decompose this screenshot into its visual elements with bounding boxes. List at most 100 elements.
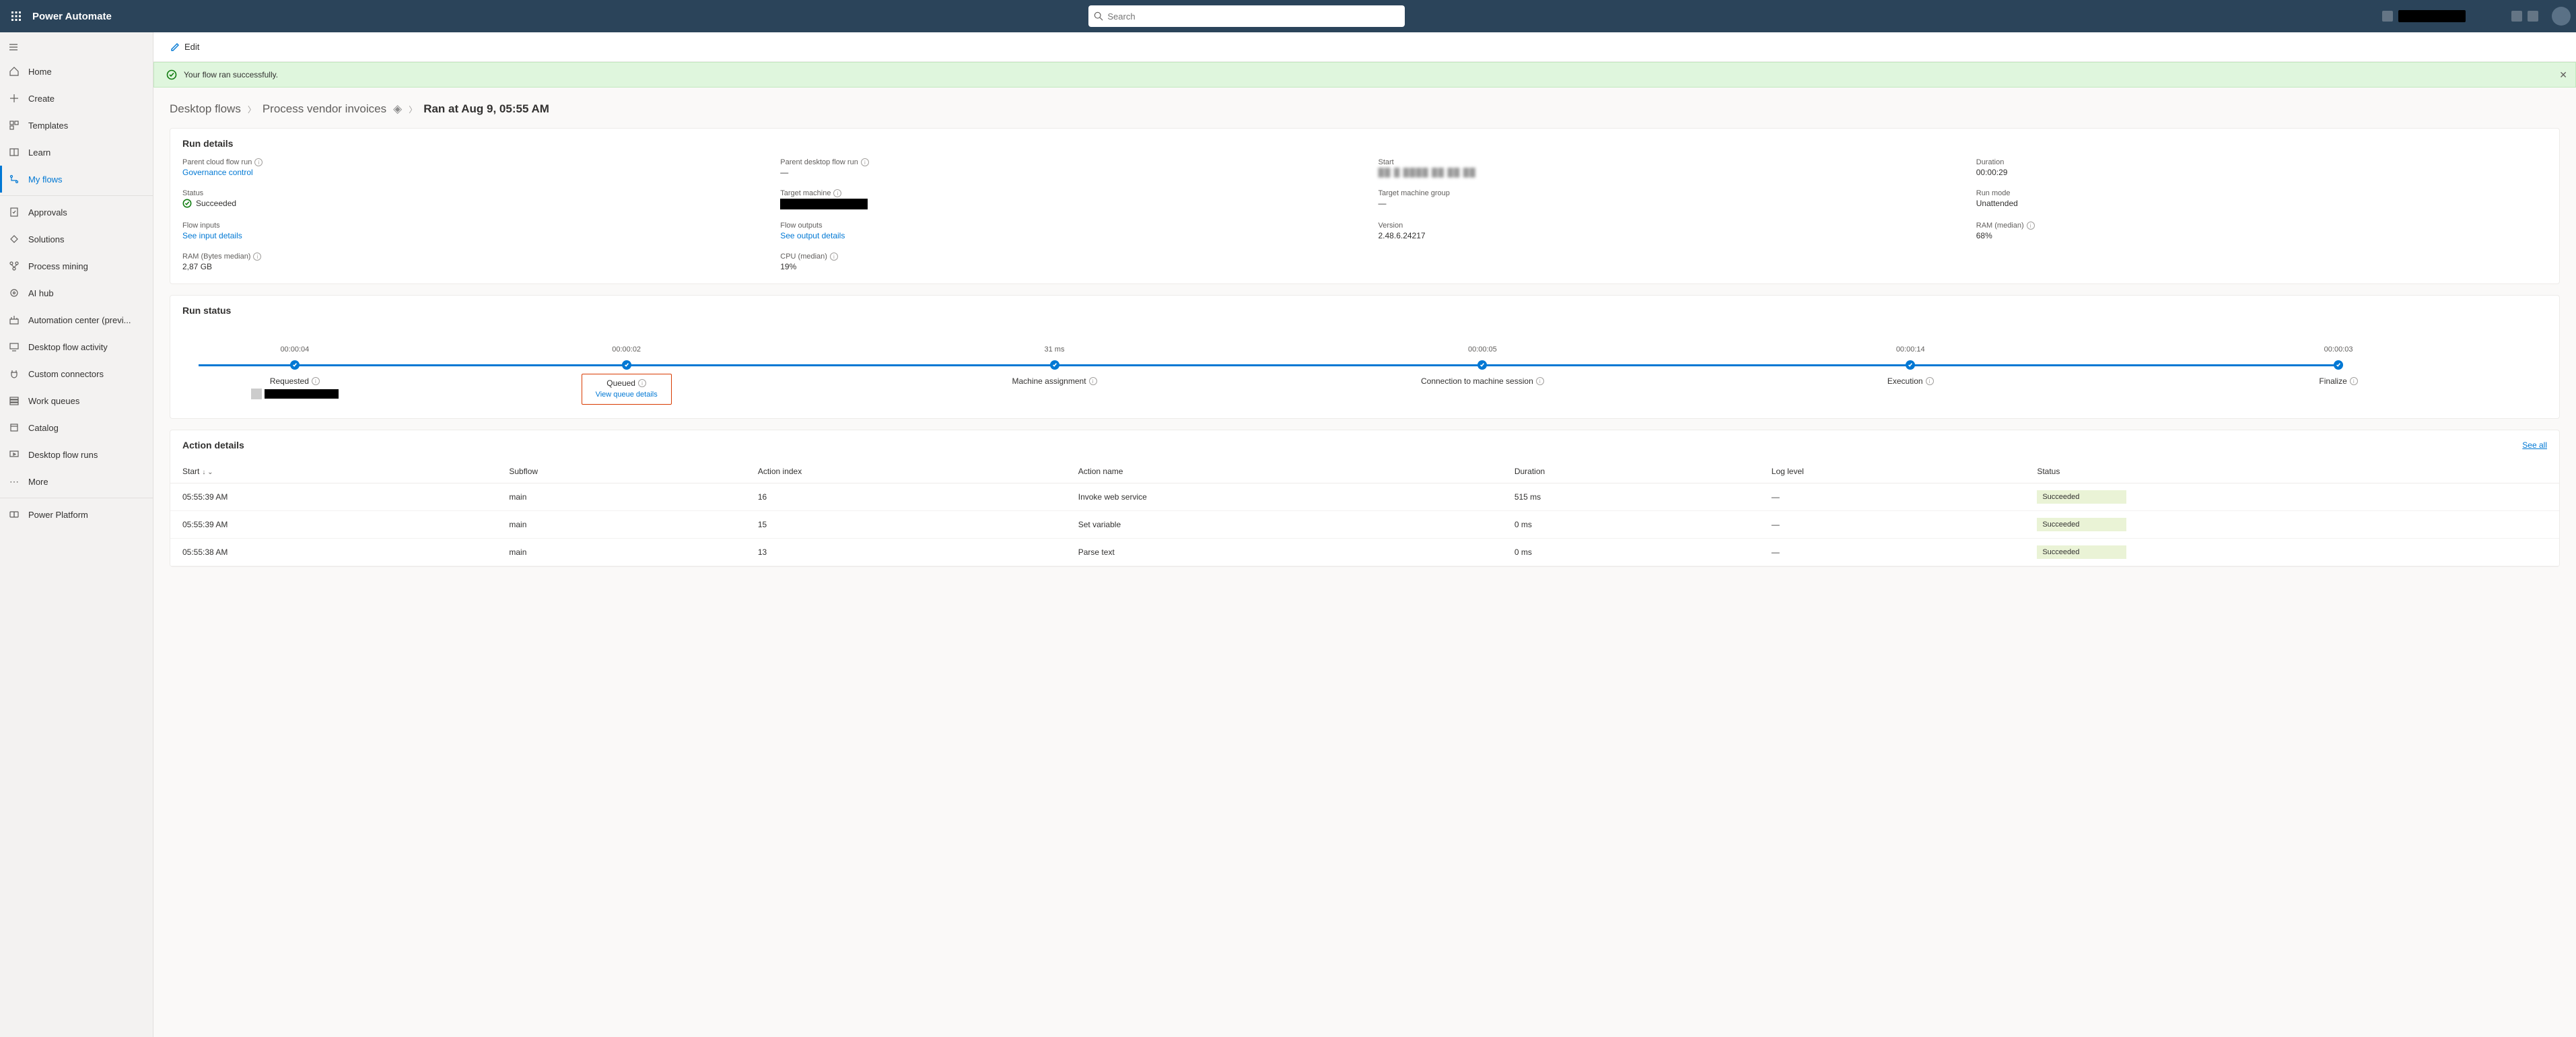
sidebar-item-ai-hub[interactable]: AI hub xyxy=(0,279,153,306)
field-value: 2.48.6.24217 xyxy=(1379,231,1949,240)
user-icon xyxy=(251,389,262,399)
requester-redacted xyxy=(265,389,339,399)
info-icon[interactable]: i xyxy=(312,377,320,385)
info-icon[interactable]: i xyxy=(1536,377,1544,385)
sidebar-item-label: Create xyxy=(28,94,55,104)
timeline-step-finalize: 00:00:03 Finalizei xyxy=(2124,345,2552,405)
sidebar-item-catalog[interactable]: Catalog xyxy=(0,414,153,441)
field-label: Status xyxy=(182,189,203,197)
view-queue-link[interactable]: View queue details xyxy=(596,391,658,399)
info-icon[interactable]: i xyxy=(2350,377,2358,385)
info-icon[interactable]: i xyxy=(830,253,838,261)
help-icon[interactable] xyxy=(2528,11,2538,22)
table-row[interactable]: 05:55:39 AM main 15 Set variable 0 ms — … xyxy=(170,511,2559,539)
timeline-time: 00:00:03 xyxy=(2124,345,2552,354)
sidebar-item-create[interactable]: Create xyxy=(0,85,153,112)
sidebar-item-my-flows[interactable]: My flows xyxy=(0,166,153,193)
check-circle-icon xyxy=(166,69,177,80)
col-name[interactable]: Action name xyxy=(1066,460,1502,483)
col-start[interactable]: Start↓ ⌄ xyxy=(170,460,497,483)
edit-button[interactable]: Edit xyxy=(170,42,199,53)
sidebar: Home Create Templates Learn My flows App… xyxy=(0,32,153,1037)
field-label: CPU (median) xyxy=(780,253,827,261)
run-details-title: Run details xyxy=(170,129,2559,158)
sidebar-item-more[interactable]: ⋯More xyxy=(0,468,153,495)
close-icon[interactable]: ✕ xyxy=(2559,69,2567,81)
timeline-dot-icon xyxy=(1906,360,1915,370)
settings-icon[interactable] xyxy=(2511,11,2522,22)
field-value: 19% xyxy=(780,262,1351,271)
table-row[interactable]: 05:55:38 AM main 13 Parse text 0 ms — Su… xyxy=(170,539,2559,566)
chevron-right-icon: 〉 xyxy=(248,104,256,115)
sidebar-item-learn[interactable]: Learn xyxy=(0,139,153,166)
sidebar-toggle[interactable] xyxy=(0,36,27,58)
run-details-card: Run details Parent cloud flow runiGovern… xyxy=(170,128,2560,284)
sidebar-item-solutions[interactable]: Solutions xyxy=(0,226,153,253)
breadcrumb-flow-name[interactable]: Process vendor invoices xyxy=(263,102,386,116)
info-icon[interactable]: i xyxy=(638,379,646,387)
table-row[interactable]: 05:55:39 AM main 16 Invoke web service 5… xyxy=(170,483,2559,511)
col-subflow[interactable]: Subflow xyxy=(497,460,745,483)
info-icon[interactable]: i xyxy=(253,253,261,261)
sidebar-item-label: Learn xyxy=(28,147,50,158)
sidebar-item-automation-center[interactable]: Automation center (previ... xyxy=(0,306,153,333)
cell-index: 13 xyxy=(746,539,1066,566)
edit-label: Edit xyxy=(184,42,199,52)
cell-duration: 0 ms xyxy=(1502,539,1760,566)
sidebar-item-process-mining[interactable]: Process mining xyxy=(0,253,153,279)
field-label: Run mode xyxy=(1976,189,2011,197)
environment-icon[interactable] xyxy=(2382,11,2393,22)
field-label: Flow outputs xyxy=(780,222,822,230)
info-icon[interactable]: i xyxy=(254,158,263,166)
sidebar-item-home[interactable]: Home xyxy=(0,58,153,85)
col-index[interactable]: Action index xyxy=(746,460,1066,483)
app-launcher-icon[interactable] xyxy=(5,5,27,27)
field-label: Target machine xyxy=(780,189,831,197)
environment-name-redacted[interactable] xyxy=(2398,10,2466,22)
sidebar-item-templates[interactable]: Templates xyxy=(0,112,153,139)
col-duration[interactable]: Duration xyxy=(1502,460,1760,483)
field-value: 00:00:29 xyxy=(1976,168,2547,177)
info-icon[interactable]: i xyxy=(1089,377,1097,385)
sidebar-item-power-platform[interactable]: Power Platform xyxy=(0,501,153,528)
col-status[interactable]: Status xyxy=(2025,460,2559,483)
sidebar-item-custom-connectors[interactable]: Custom connectors xyxy=(0,360,153,387)
breadcrumb-current: Ran at Aug 9, 05:55 AM xyxy=(423,102,549,116)
sidebar-item-work-queues[interactable]: Work queues xyxy=(0,387,153,414)
timeline-dot-icon xyxy=(2334,360,2343,370)
field-value: Unattended xyxy=(1976,199,2547,208)
timeline-step-queued: 00:00:02 Queuedi View queue details xyxy=(413,345,841,405)
breadcrumb-desktop-flows[interactable]: Desktop flows xyxy=(170,102,241,116)
input-details-link[interactable]: See input details xyxy=(182,231,242,240)
info-icon[interactable]: i xyxy=(1926,377,1934,385)
search-box[interactable] xyxy=(1088,5,1405,27)
timeline-label: Execution xyxy=(1887,376,1923,386)
col-log[interactable]: Log level xyxy=(1760,460,2025,483)
cell-index: 16 xyxy=(746,483,1066,511)
info-icon[interactable]: i xyxy=(2027,222,2035,230)
cell-subflow: main xyxy=(497,539,745,566)
status-badge: Succeeded xyxy=(2037,545,2126,559)
banner-text: Your flow ran successfully. xyxy=(184,70,278,79)
sidebar-item-label: Desktop flow activity xyxy=(28,342,108,352)
see-all-link[interactable]: See all xyxy=(2522,440,2547,450)
cell-start: 05:55:39 AM xyxy=(170,483,497,511)
search-input[interactable] xyxy=(1107,11,1399,22)
field-label: RAM (Bytes median) xyxy=(182,253,250,261)
sidebar-item-desktop-flow-runs[interactable]: Desktop flow runs xyxy=(0,441,153,468)
queued-highlight: Queuedi View queue details xyxy=(582,374,672,405)
cell-name: Parse text xyxy=(1066,539,1502,566)
info-icon[interactable]: i xyxy=(861,158,869,166)
cell-log: — xyxy=(1760,539,2025,566)
sidebar-item-label: Solutions xyxy=(28,234,64,244)
success-banner: Your flow ran successfully. ✕ xyxy=(153,62,2576,88)
sidebar-item-desktop-flow-activity[interactable]: Desktop flow activity xyxy=(0,333,153,360)
timeline-step-execution: 00:00:14 Executioni xyxy=(1696,345,2124,405)
avatar[interactable] xyxy=(2552,7,2571,26)
info-icon[interactable]: i xyxy=(833,189,841,197)
output-details-link[interactable]: See output details xyxy=(780,231,845,240)
sidebar-item-approvals[interactable]: Approvals xyxy=(0,199,153,226)
sort-down-icon: ↓ ⌄ xyxy=(202,469,213,476)
parent-cloud-link[interactable]: Governance control xyxy=(182,168,253,177)
sidebar-item-label: AI hub xyxy=(28,288,54,298)
